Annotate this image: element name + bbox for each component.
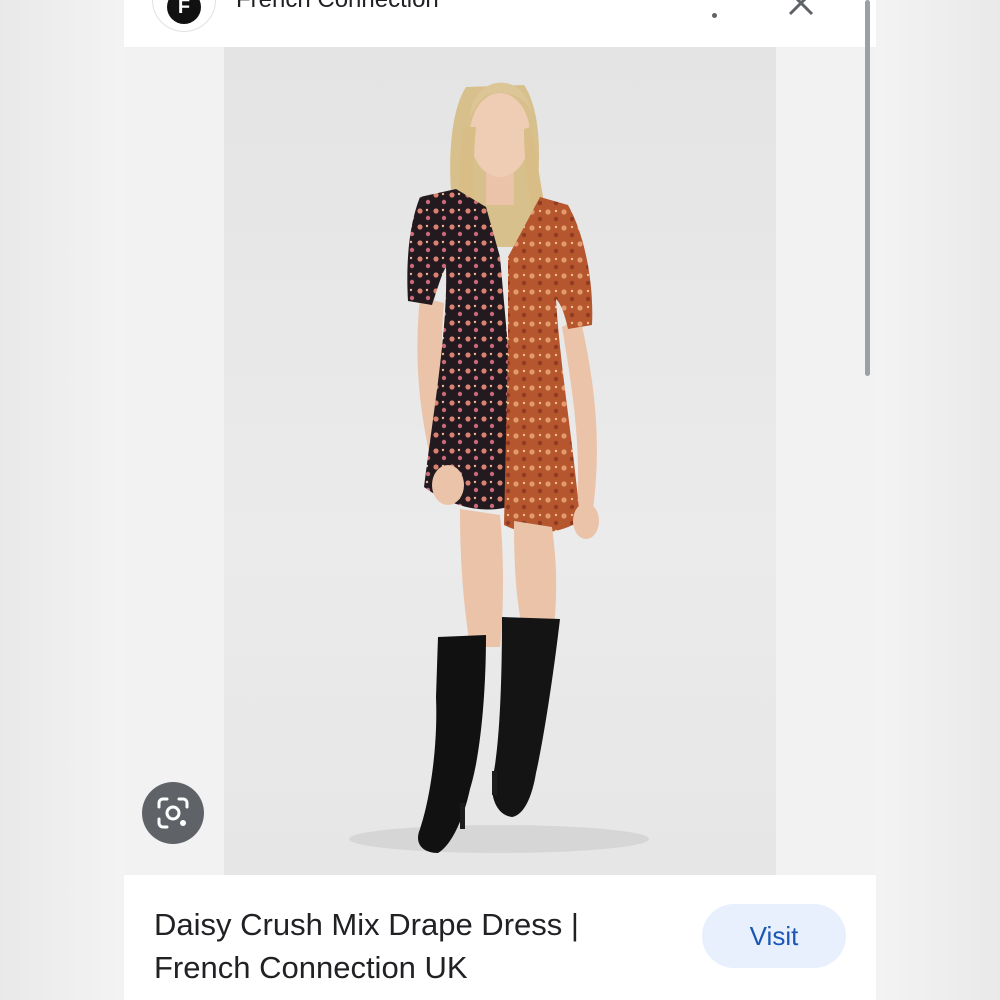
image-area (124, 47, 876, 875)
close-icon (788, 0, 814, 16)
site-logo[interactable]: F (152, 0, 216, 32)
product-title[interactable]: Daisy Crush Mix Drape Dress | French Con… (154, 903, 644, 989)
google-lens-icon (157, 797, 189, 829)
google-lens-button[interactable] (142, 782, 204, 844)
site-logo-mark: F (167, 0, 201, 24)
product-image[interactable] (224, 47, 776, 875)
scrollbar[interactable] (865, 0, 870, 376)
result-footer: Daisy Crush Mix Drape Dress | French Con… (124, 875, 876, 1000)
preview-header: F French Connection (124, 0, 876, 47)
model-figure-illustration (349, 82, 649, 853)
screen: F French Connection (0, 0, 1000, 1000)
close-button[interactable] (784, 0, 818, 20)
site-name[interactable]: French Connection (236, 0, 439, 14)
visit-button[interactable]: Visit (702, 904, 846, 968)
more-vert-icon (711, 13, 717, 18)
image-preview-panel: F French Connection (124, 0, 876, 1000)
more-options-button[interactable] (702, 0, 726, 18)
